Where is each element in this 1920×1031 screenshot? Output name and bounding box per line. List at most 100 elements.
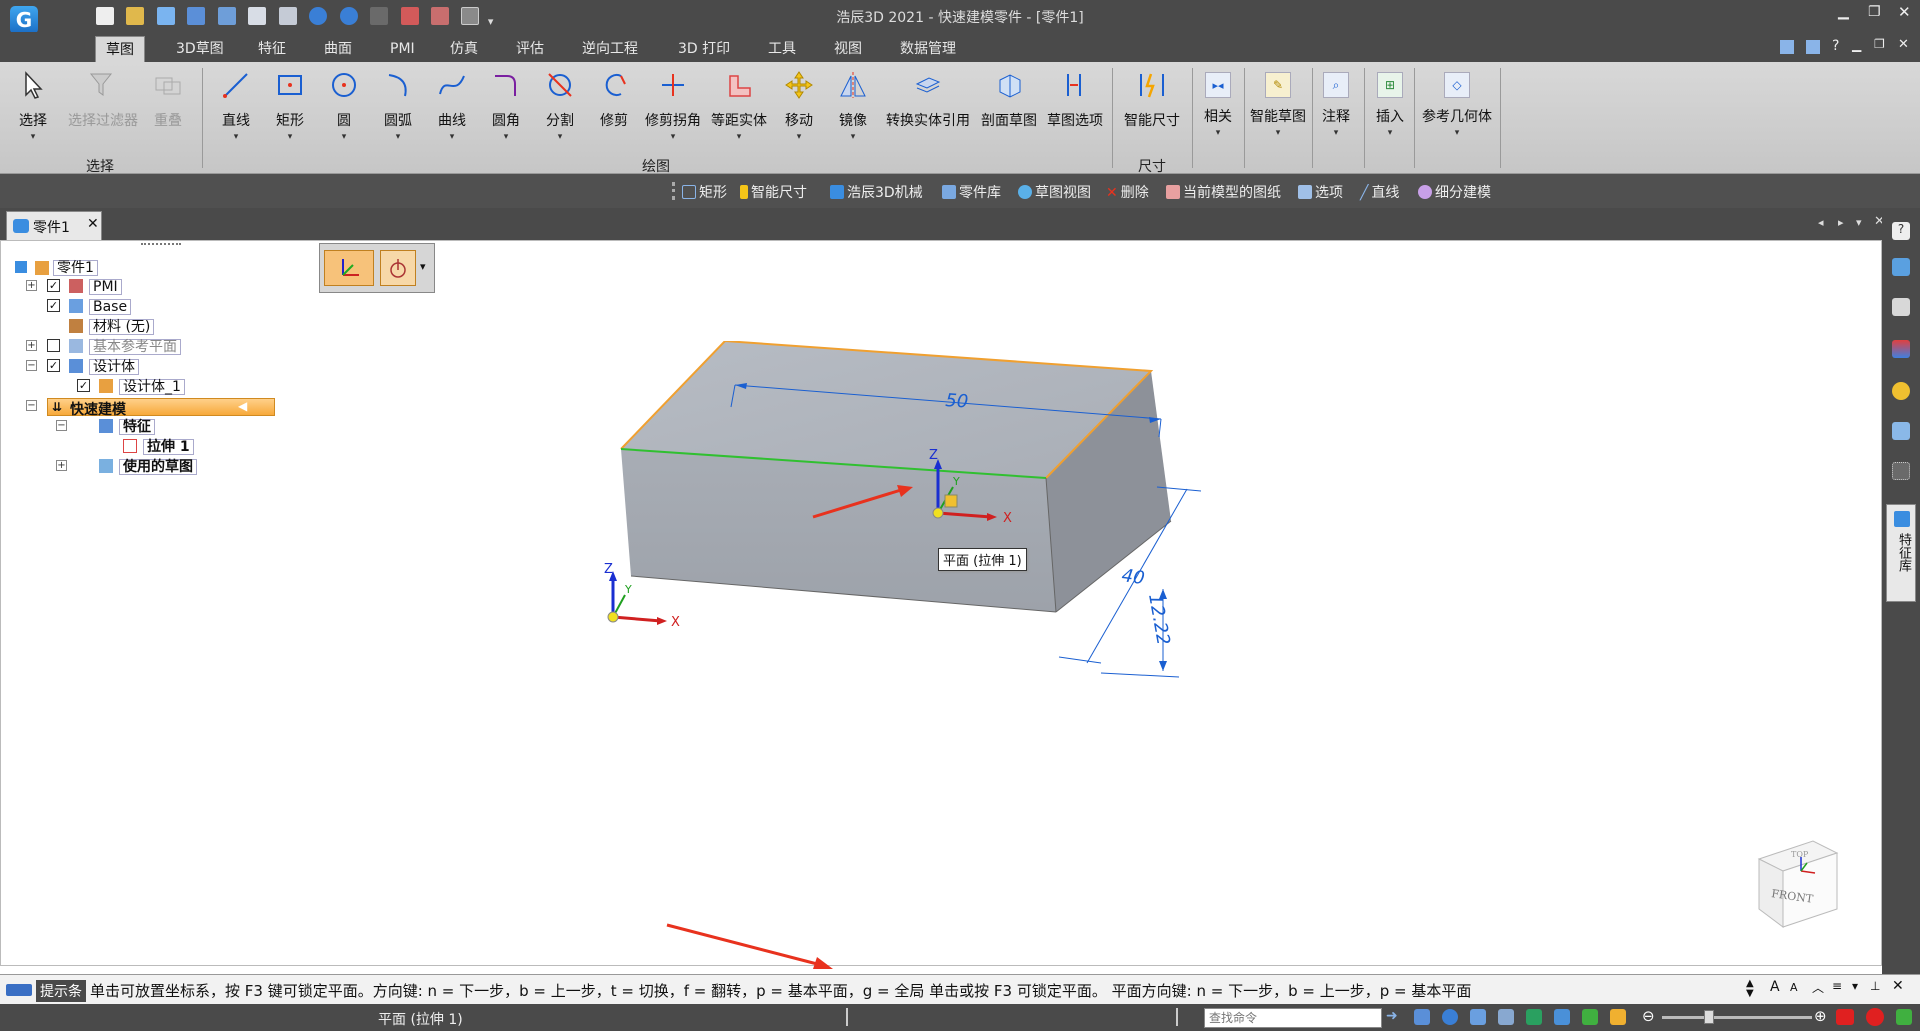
close-prompt-icon[interactable]: ✕: [1892, 978, 1904, 994]
save-all-icon[interactable]: [217, 7, 236, 25]
key-icon[interactable]: [1892, 382, 1910, 400]
dots-panel-icon[interactable]: [1892, 462, 1910, 480]
expand-pmi-icon[interactable]: +: [26, 280, 37, 291]
customize-chevron-icon[interactable]: ▾: [488, 15, 494, 28]
collapse-quick-model-icon[interactable]: −: [26, 400, 37, 411]
expand-ref-planes-icon[interactable]: +: [26, 340, 37, 351]
ribbon-options-icon[interactable]: [1780, 40, 1794, 54]
mirror-button[interactable]: 镜像 ▾: [832, 68, 874, 142]
zoom-slider-thumb[interactable]: [1704, 1010, 1714, 1024]
collapse-features-icon[interactable]: −: [56, 420, 67, 431]
toolbar-sketch-view[interactable]: 草图视图: [1018, 182, 1091, 202]
video-icon[interactable]: [1836, 1009, 1854, 1025]
toolbar-gstar-mechanical[interactable]: 浩辰3D机械: [830, 182, 923, 202]
graphics-area[interactable]: 零件1 + ✓ PMI ✓ Base 材料 (无) + 基本参考平面 − ✓ 设…: [0, 240, 1882, 969]
zoom-out-icon[interactable]: ⊖: [1642, 1007, 1655, 1025]
tree-features[interactable]: 特征: [119, 419, 155, 435]
toolbar-line[interactable]: ╱ 直线: [1360, 182, 1399, 202]
help-panel-icon[interactable]: ?: [1892, 222, 1910, 240]
record-icon[interactable]: [1866, 1008, 1884, 1026]
tree-material[interactable]: 材料 (无): [89, 319, 155, 335]
tree-bodies[interactable]: 设计体: [89, 359, 139, 375]
tab-scroll-left-icon[interactable]: ◂: [1818, 216, 1824, 229]
offset-entity-button[interactable]: 等距实体 ▾: [706, 68, 772, 142]
doc-close-button[interactable]: ✕: [1898, 37, 1909, 52]
select-button[interactable]: 选择 ▾: [12, 68, 54, 142]
toolbar-part-library[interactable]: 零件库: [942, 182, 1001, 202]
split-button[interactable]: 分割 ▾: [540, 68, 580, 142]
curve-button[interactable]: 曲线 ▾: [432, 68, 472, 142]
feature-library-tab[interactable]: 特征库: [1886, 504, 1916, 602]
view-orient-icon[interactable]: [1498, 1009, 1514, 1025]
section-sketch-button[interactable]: 剖面草图: [976, 68, 1042, 130]
font-size-small-icon[interactable]: A: [1790, 981, 1798, 994]
toolbar-options[interactable]: 选项: [1298, 182, 1343, 202]
coordinate-system-button[interactable]: [324, 250, 374, 286]
tab-3d-print[interactable]: 3D 打印: [668, 36, 740, 62]
body1-checkbox[interactable]: ✓: [77, 379, 90, 392]
trim-button[interactable]: 修剪: [594, 68, 634, 130]
prompt-scroll-icon[interactable]: ▲ ▼: [1746, 979, 1754, 999]
plane-lock-button[interactable]: [380, 250, 416, 286]
tab-feature[interactable]: 特征: [248, 36, 296, 62]
tree-ref-planes[interactable]: 基本参考平面: [89, 339, 181, 355]
font-size-icon[interactable]: A: [1770, 979, 1780, 995]
expand-up-icon[interactable]: ︿: [1812, 979, 1824, 996]
section-view-icon[interactable]: [1610, 1009, 1626, 1025]
open-file-icon[interactable]: [126, 7, 145, 25]
tab-3d-sketch[interactable]: 3D草图: [166, 36, 234, 62]
fit-view-icon[interactable]: [1470, 1009, 1486, 1025]
zoom-slider[interactable]: [1662, 1010, 1812, 1024]
select-filter-button[interactable]: 选择过滤器: [60, 68, 146, 130]
toolbar-subdivision[interactable]: 细分建模: [1418, 182, 1491, 202]
fillet-button[interactable]: 圆角 ▾: [486, 68, 526, 142]
render-icon[interactable]: [1892, 422, 1910, 440]
base-checkbox[interactable]: ✓: [47, 299, 60, 312]
annotation-button[interactable]: ⌕ 注释 ▾: [1316, 68, 1356, 138]
tree-used-sketches[interactable]: 使用的草图: [119, 459, 197, 475]
tree-resize-grip[interactable]: [141, 243, 181, 246]
display-mode-icon[interactable]: [1582, 1009, 1598, 1025]
restore-button[interactable]: ❐: [1868, 4, 1881, 20]
rectangle-button[interactable]: 矩形 ▾: [270, 68, 310, 142]
options-icon[interactable]: [430, 7, 449, 25]
tree-pmi[interactable]: PMI: [89, 279, 122, 295]
layout-icon[interactable]: [1806, 40, 1820, 54]
redo-icon[interactable]: [339, 7, 358, 25]
tab-pmi[interactable]: PMI: [380, 36, 425, 62]
overlap-button[interactable]: 重叠: [148, 68, 188, 130]
relations-button[interactable]: ▸◂ 相关 ▾: [1198, 68, 1238, 138]
model-library-icon[interactable]: [1892, 258, 1910, 276]
tab-sketch[interactable]: 草图: [95, 36, 145, 62]
zoom-icon[interactable]: [1442, 1009, 1458, 1025]
toolbar-smart-dimension[interactable]: 智能尺寸: [740, 182, 807, 202]
ref-planes-checkbox[interactable]: [47, 339, 60, 352]
select-arrow-icon[interactable]: [461, 7, 480, 25]
insert-button[interactable]: ⊞ 插入 ▾: [1370, 68, 1410, 138]
share-icon[interactable]: [156, 7, 175, 25]
view-cube[interactable]: TOP FRONT: [1753, 835, 1843, 931]
collapse-icon[interactable]: ≡: [1832, 979, 1842, 993]
expand-used-sketches-icon[interactable]: +: [56, 460, 67, 471]
toolbar-delete[interactable]: ✕ 删除: [1106, 182, 1149, 202]
tab-tools[interactable]: 工具: [758, 36, 806, 62]
zoom-in-icon[interactable]: ⊕: [1814, 1007, 1827, 1025]
trim-corner-button[interactable]: 修剪拐角 ▾: [640, 68, 706, 142]
tab-reverse-engineering[interactable]: 逆向工程: [572, 36, 648, 62]
tree-root[interactable]: 零件1: [53, 260, 98, 276]
tab-scroll-right-icon[interactable]: ▸: [1838, 216, 1844, 229]
convert-entity-button[interactable]: 转换实体引用: [880, 68, 976, 130]
tab-data-management[interactable]: 数据管理: [890, 36, 966, 62]
bodies-checkbox[interactable]: ✓: [47, 359, 60, 372]
doc-tab-part1[interactable]: 零件1 ✕: [6, 211, 102, 240]
pan-icon[interactable]: [1526, 1009, 1542, 1025]
grid-panel-icon[interactable]: [1892, 298, 1910, 316]
mini-toolbar-dropdown-icon[interactable]: ▾: [420, 260, 426, 273]
pin-icon[interactable]: ⊥: [1870, 979, 1880, 993]
tree-quick-model-row[interactable]: ⇊ 快速建模 ◀: [47, 398, 275, 418]
line-button[interactable]: 直线 ▾: [216, 68, 256, 142]
tab-simulation[interactable]: 仿真: [440, 36, 488, 62]
pmi-checkbox[interactable]: ✓: [47, 279, 60, 292]
help-icon[interactable]: ?: [1832, 38, 1839, 54]
repeat-icon[interactable]: [370, 7, 389, 25]
